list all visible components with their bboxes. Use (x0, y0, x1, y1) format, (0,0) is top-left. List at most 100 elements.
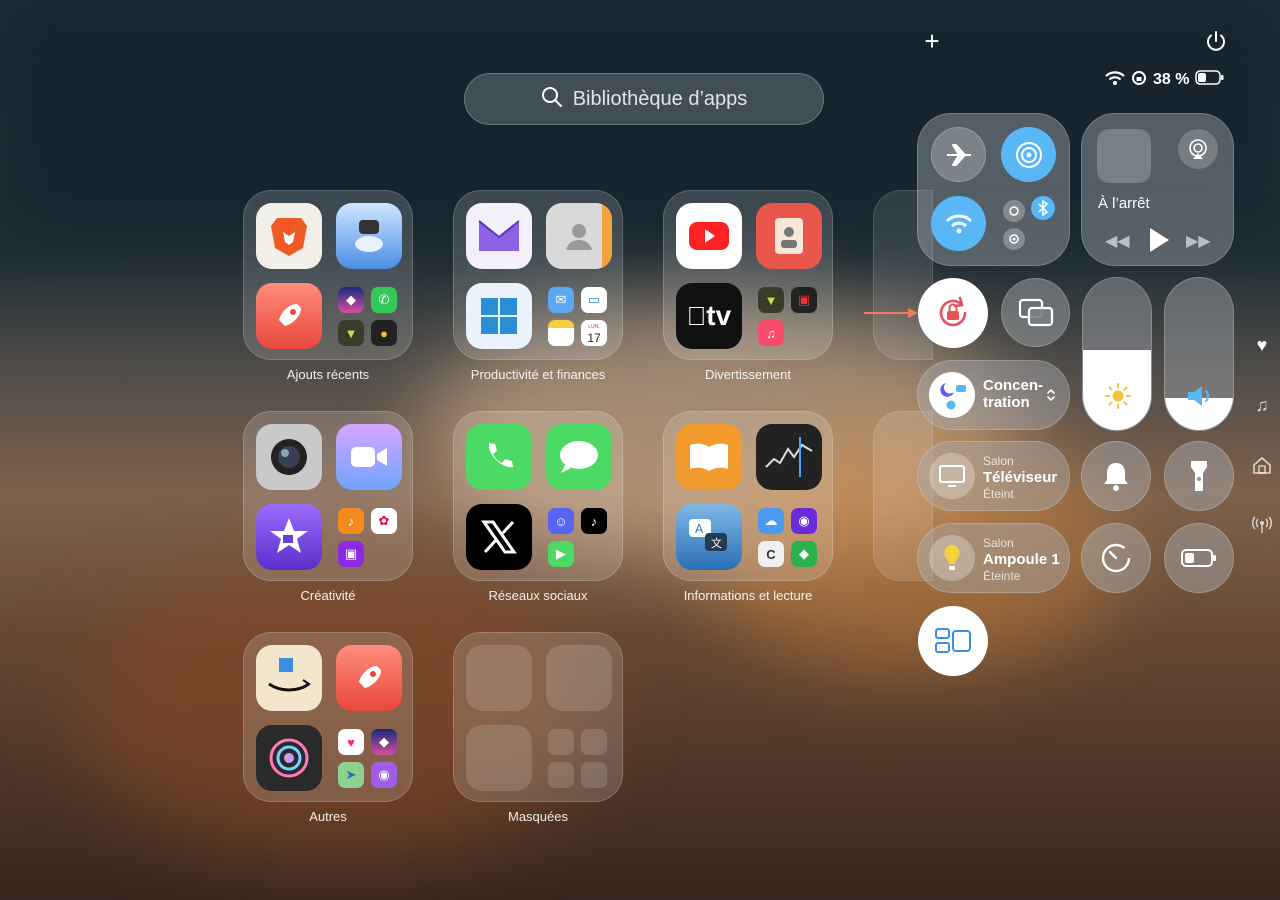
app-store-connect-app-icon[interactable] (756, 203, 822, 269)
twitch-mini-icon[interactable]: ▣ (338, 541, 364, 567)
dots-mini-icon[interactable]: ● (371, 320, 397, 346)
folder-productivite-finances[interactable]: ✉ ▭ LUN. 17 (453, 190, 623, 360)
airplane-icon (946, 143, 971, 166)
files-mini-icon[interactable]: ▭ (581, 287, 607, 313)
low-power-mode-toggle[interactable] (1164, 523, 1234, 593)
airdrop-toggle[interactable] (1001, 127, 1056, 182)
feedly-mini-icon[interactable]: ◆ (791, 541, 817, 567)
airdrop-icon (1015, 141, 1042, 168)
shortcuts-mini-icon[interactable]: ◆ (338, 287, 364, 313)
facetime-mini-icon[interactable]: ▶ (548, 541, 574, 567)
connectivity-antenna-icon[interactable] (1250, 514, 1274, 539)
home-icon[interactable] (1250, 455, 1274, 480)
screen-mirroring-toggle[interactable] (1001, 278, 1070, 347)
bluetooth-toggle[interactable] (1031, 196, 1055, 220)
airplay-button[interactable] (1178, 129, 1218, 169)
music-note-icon[interactable]: ♫ (1250, 395, 1274, 416)
album-art-placeholder (1097, 129, 1151, 183)
folder-informations-lecture[interactable]: A文 ☁ ◉ C ◆ (663, 411, 833, 581)
apple-tv-app-icon[interactable]: tv (676, 283, 742, 349)
bulb-room: Salon (983, 536, 1014, 550)
svg-text:A: A (695, 522, 704, 536)
photos-mini-icon[interactable]: ✿ (371, 508, 397, 534)
brightness-slider[interactable] (1082, 277, 1152, 431)
garageband-mini-icon[interactable]: ♪ (338, 508, 364, 534)
stocks-app-icon[interactable] (756, 424, 822, 490)
rocket-app-icon[interactable] (336, 645, 402, 711)
favorites-heart-icon[interactable]: ♥ (1250, 335, 1274, 356)
health-mini-icon[interactable]: ♥ (338, 729, 364, 755)
folder-autres[interactable]: ♥ ◆ ➤ ◉ (243, 632, 413, 802)
phone-app-icon[interactable] (466, 424, 532, 490)
siri-app-icon[interactable] (256, 725, 322, 791)
hidden-app-placeholder (581, 762, 607, 788)
play-button[interactable] (1148, 227, 1172, 253)
annotation-arrow (864, 306, 920, 318)
books-app-icon[interactable] (676, 424, 742, 490)
vpn-toggle[interactable] (1003, 228, 1025, 250)
folder-masquees[interactable] (453, 632, 623, 802)
podcast-alt-mini-icon[interactable]: ◉ (791, 508, 817, 534)
cellular-toggle[interactable] (1003, 200, 1025, 222)
shortcuts-mini-icon[interactable]: ◆ (371, 729, 397, 755)
folder-creativite[interactable]: ♪ ✿ ▣ (243, 411, 413, 581)
svg-text:文: 文 (711, 536, 722, 550)
facetime-app-icon[interactable] (336, 424, 402, 490)
notes-mini-icon[interactable] (548, 320, 574, 346)
bluetooth-icon (1038, 200, 1049, 216)
camera-app-icon[interactable] (256, 424, 322, 490)
proton-mail-app-icon[interactable] (466, 203, 532, 269)
folder-label: Ajouts récents (286, 367, 370, 382)
folder-reseaux-sociaux[interactable]: ☺ ♪ ▶ (453, 411, 623, 581)
maps-mini-icon[interactable]: ➤ (338, 762, 364, 788)
v-mini-icon[interactable]: ▼ (758, 287, 784, 313)
wifi-toggle[interactable] (931, 196, 986, 251)
x-app-icon[interactable] (466, 504, 532, 570)
imovie-app-icon[interactable] (256, 504, 322, 570)
search-bar[interactable]: Bibliothèque d’apps (464, 73, 824, 125)
fast-forward-button[interactable]: ▶▶ (1186, 231, 1212, 250)
tv-app-mini-icon[interactable]: ▣ (791, 287, 817, 313)
apple-tv-label: tv (696, 300, 731, 331)
battery-percent: 38 % (1153, 71, 1190, 88)
youtube-app-icon[interactable] (676, 203, 742, 269)
focus-icon-cluster (929, 372, 975, 418)
search-placeholder: Bibliothèque d’apps (572, 87, 748, 110)
calendar-mini-icon[interactable]: LUN. 17 (581, 320, 607, 346)
power-icon[interactable] (1204, 29, 1228, 53)
messages-app-icon[interactable] (546, 424, 612, 490)
add-icon[interactable]: + (920, 27, 944, 55)
folder-divertissement[interactable]: tv ▼ ▣ ♫ (663, 190, 833, 360)
stage-manager-toggle[interactable] (918, 606, 988, 676)
contacts-app-icon[interactable] (546, 203, 612, 269)
folder-ajouts-recents[interactable]: ◆ ✆ ▼ ● (243, 190, 413, 360)
amazon-app-icon[interactable] (256, 645, 322, 711)
tiktok-mini-icon[interactable]: ♪ (581, 508, 607, 534)
brave-app-icon[interactable] (256, 203, 322, 269)
timer-button[interactable] (1081, 523, 1151, 593)
mail-mini-icon[interactable]: ✉ (548, 287, 574, 313)
phone-mini-icon[interactable]: ✆ (371, 287, 397, 313)
rocket-app-icon[interactable] (256, 283, 322, 349)
airplay-icon (1189, 139, 1207, 159)
rotation-lock-toggle[interactable] (918, 278, 988, 348)
c-app-mini-icon[interactable]: C (758, 541, 784, 567)
flashlight-toggle[interactable] (1164, 441, 1234, 511)
music-mini-icon[interactable]: ♫ (758, 320, 784, 346)
v-mini-icon[interactable]: ▼ (338, 320, 364, 346)
airplane-mode-toggle[interactable] (931, 127, 986, 182)
volume-slider[interactable] (1164, 277, 1234, 431)
rotation-lock-icon (939, 296, 967, 327)
weather-mini-icon[interactable]: ☁ (758, 508, 784, 534)
loupe-app-icon[interactable] (336, 203, 402, 269)
translate-app-icon[interactable]: A文 (676, 504, 742, 570)
tv-room: Salon (983, 454, 1014, 468)
rewind-button[interactable]: ◀◀ (1105, 231, 1131, 250)
hidden-app-placeholder (466, 645, 532, 711)
podcasts-mini-icon[interactable]: ◉ (371, 762, 397, 788)
calendar-day: 17 (587, 331, 601, 345)
windows-app-icon[interactable] (466, 283, 532, 349)
bell-icon (1104, 463, 1128, 491)
discord-mini-icon[interactable]: ☺ (548, 508, 574, 534)
silent-mode-toggle[interactable] (1081, 441, 1151, 511)
